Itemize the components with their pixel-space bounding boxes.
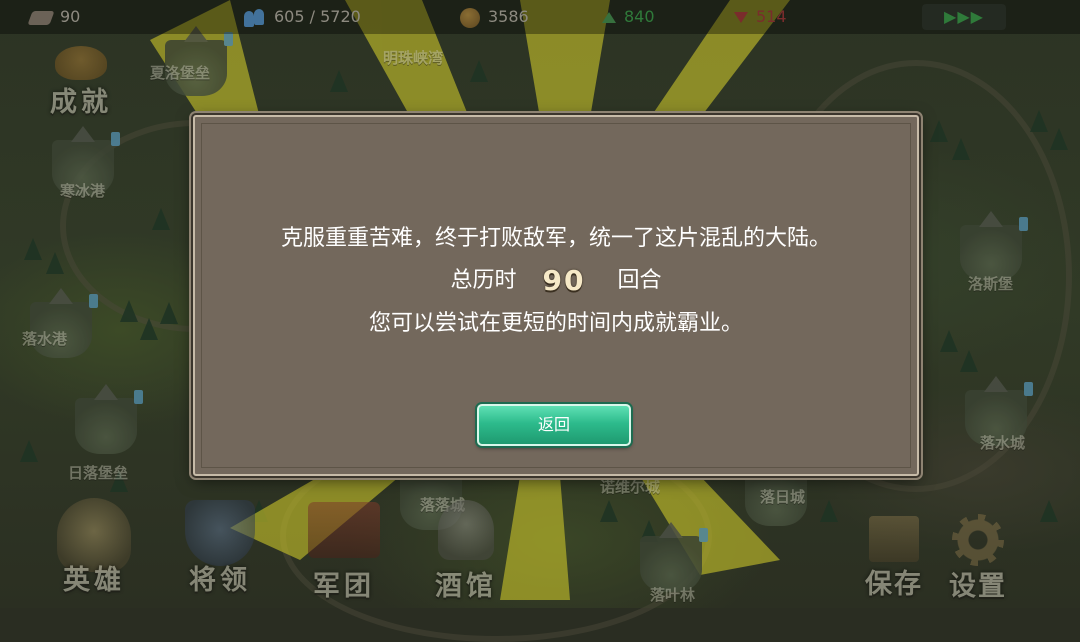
map-location-label: 日落堡垒 [68, 464, 129, 482]
map-location-label: 夏洛堡垒 [150, 64, 211, 82]
turn-icon [27, 10, 55, 25]
morale-up-counter: 840 [602, 6, 655, 28]
morale-up-icon [602, 12, 616, 23]
game-speed-button[interactable]: ▶▶▶ [922, 4, 1006, 30]
achievements-button[interactable]: 成就 [40, 46, 122, 119]
gold-value: 3586 [488, 7, 529, 26]
map-location-label: 落水港 [22, 330, 68, 348]
total-turns-line: 总历时 90 回合 [195, 266, 917, 296]
save-button[interactable]: 保存 [854, 516, 934, 601]
victory-message: 克服重重苦难，终于打败敌军，统一了这片混乱的大陆。 [280, 226, 831, 251]
settings-button[interactable]: 设置 [940, 514, 1016, 603]
population-value: 605 / 5720 [274, 7, 361, 26]
generals-button[interactable]: 将领 [170, 500, 270, 597]
turns-unit: 回合 [617, 268, 662, 293]
tavern-label: 酒馆 [435, 571, 497, 602]
gear-icon [952, 514, 1004, 566]
heroes-label: 英雄 [63, 565, 125, 596]
map-location-label: 落叶林 [650, 586, 696, 604]
total-turns-value: 90 [542, 264, 586, 297]
settings-label: 设置 [949, 571, 1007, 602]
castle-marker [75, 384, 143, 454]
total-turns-label: 总历时 [450, 268, 517, 293]
return-button[interactable]: 返回 [477, 404, 631, 446]
legion-icon [308, 502, 380, 558]
morale-up-value: 840 [624, 7, 655, 26]
generals-label: 将领 [189, 565, 251, 596]
tavern-icon [438, 500, 494, 560]
general-icon [185, 500, 255, 566]
morale-down-counter: 514 [734, 6, 787, 28]
victory-dialog: 克服重重苦难，终于打败敌军，统一了这片混乱的大陆。 总历时 90 回合 您可以尝试在… [193, 115, 919, 476]
gold-icon [460, 7, 480, 28]
tavern-button[interactable]: 酒馆 [416, 500, 516, 603]
map-location-label: 诺维尔城 [600, 478, 661, 496]
morale-down-icon [734, 12, 748, 23]
map-location-label: 明珠峡湾 [383, 49, 444, 67]
legions-button[interactable]: 军团 [294, 502, 394, 603]
population-icon [242, 8, 266, 27]
heroes-button[interactable]: 英雄 [44, 498, 144, 597]
turn-value: 90 [60, 7, 81, 26]
map-location-label: 落日城 [760, 488, 806, 506]
achievements-label: 成就 [50, 87, 112, 118]
turn-counter: 90 [27, 6, 81, 28]
legions-label: 军团 [313, 571, 375, 602]
population-counter: 605 / 5720 [242, 6, 361, 28]
map-location-label: 洛斯堡 [968, 275, 1014, 293]
save-label: 保存 [865, 569, 923, 600]
map-location-label: 寒冰港 [60, 182, 106, 200]
achievement-icon [55, 46, 107, 80]
gold-counter: 3586 [460, 6, 529, 28]
map-location-label: 落水城 [980, 434, 1026, 452]
retry-hint: 您可以尝试在更短的时间内成就霸业。 [368, 311, 743, 336]
save-icon [869, 516, 919, 562]
morale-down-value: 514 [756, 7, 787, 26]
resource-bar: 90 605 / 5720 3586 840 514 ▶▶▶ [0, 0, 1080, 34]
